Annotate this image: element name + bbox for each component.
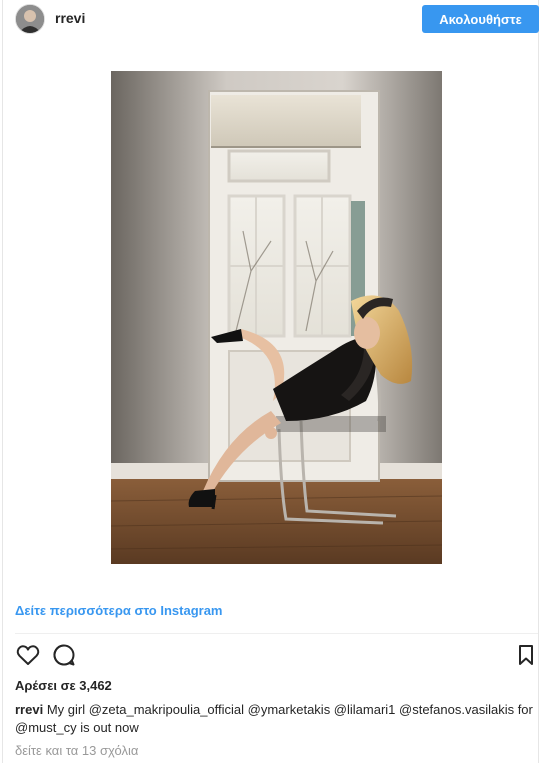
- post-photo[interactable]: [111, 71, 442, 564]
- bookmark-icon[interactable]: [513, 642, 539, 668]
- view-comments-link[interactable]: δείτε και τα 13 σχόλια: [15, 743, 138, 758]
- heart-outline-icon[interactable]: [15, 642, 41, 668]
- caption: rrevi My girl @zeta_makripoulia_official…: [15, 701, 537, 737]
- divider: [15, 633, 538, 634]
- post-header: rrevi Ακολουθήστε: [3, 0, 539, 40]
- follow-button[interactable]: Ακολουθήστε: [422, 5, 539, 33]
- username[interactable]: rrevi: [55, 10, 85, 26]
- caption-username[interactable]: rrevi: [15, 702, 43, 717]
- photo-image: [111, 71, 442, 564]
- instagram-embed-card: rrevi Ακολουθήστε Δείτε περισσότερα στο …: [2, 0, 539, 763]
- speech-bubble-icon[interactable]: [51, 642, 77, 668]
- avatar-image: [16, 5, 44, 33]
- caption-text: My girl @zeta_makripoulia_official @ymar…: [15, 702, 533, 735]
- likes-count[interactable]: Αρέσει σε 3,462: [15, 678, 112, 693]
- action-bar: [3, 640, 538, 670]
- see-more-link[interactable]: Δείτε περισσότερα στο Instagram: [15, 603, 223, 618]
- avatar[interactable]: [15, 4, 45, 34]
